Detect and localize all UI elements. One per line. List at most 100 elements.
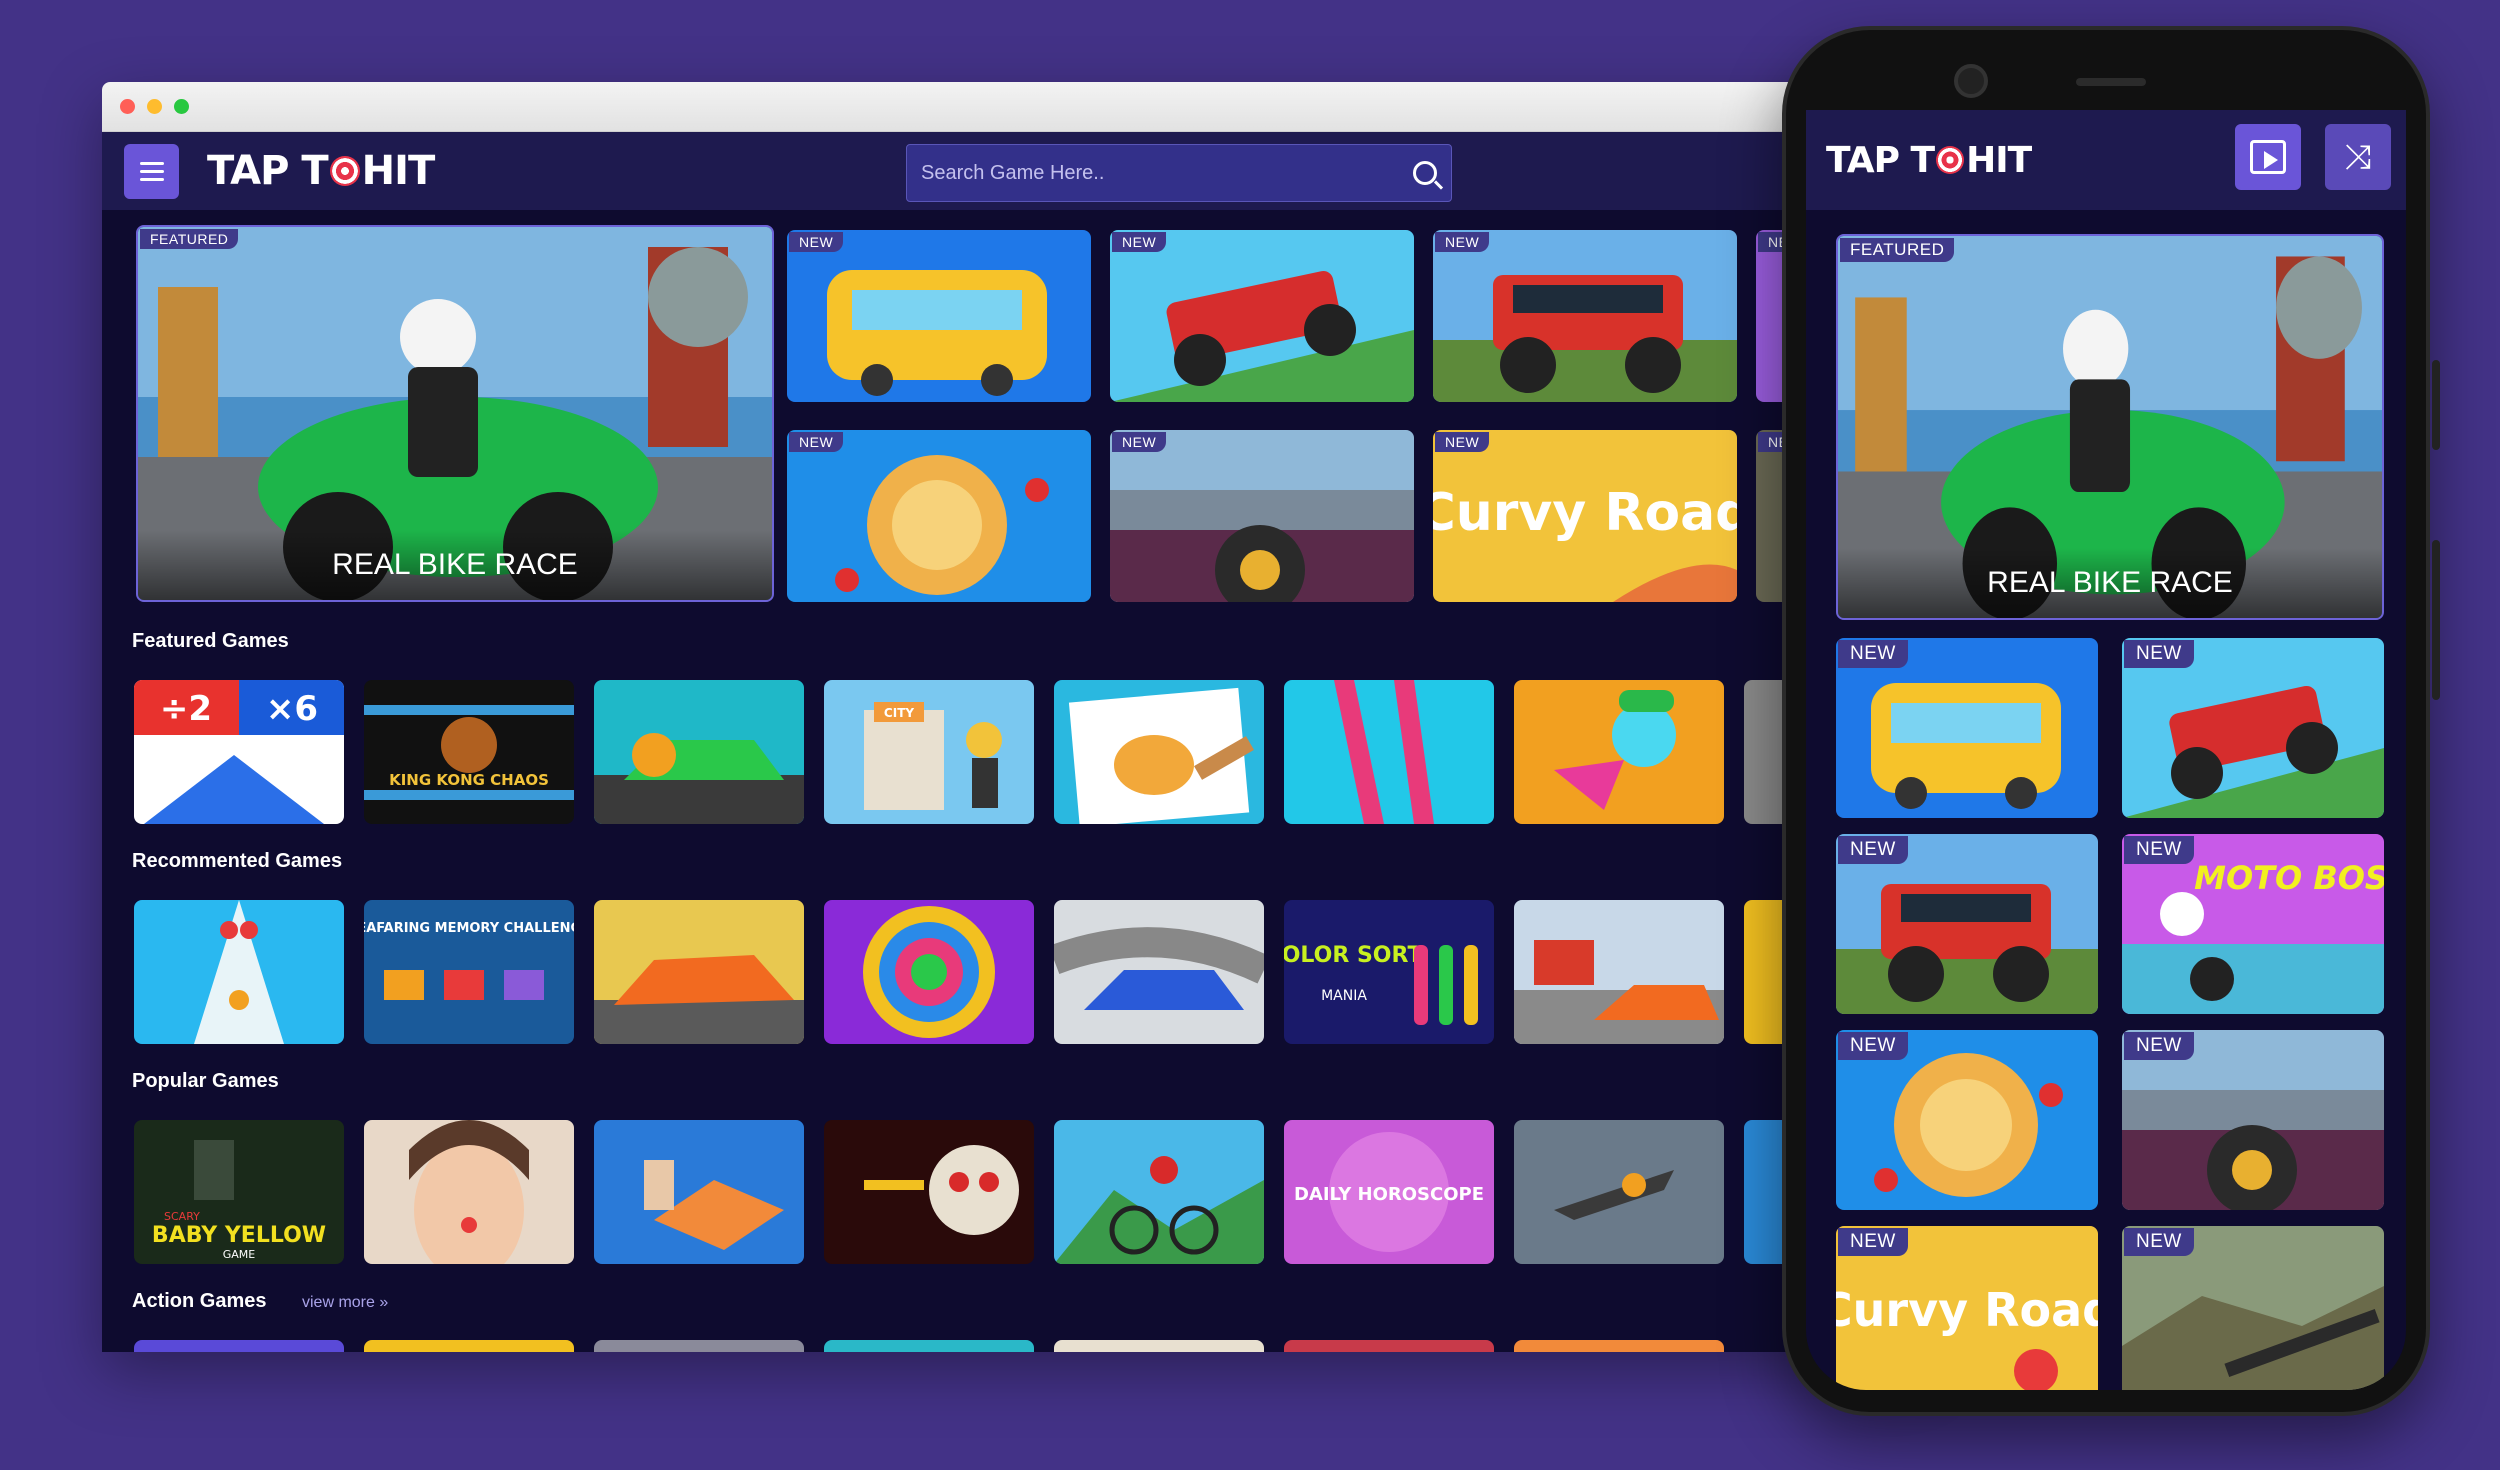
browser-titlebar xyxy=(102,82,1922,132)
game-thumbnail[interactable] xyxy=(1514,1120,1724,1264)
game-thumbnail[interactable] xyxy=(594,680,804,824)
racing-mix-thumbnail xyxy=(1514,900,1724,1044)
close-window-button[interactable] xyxy=(120,99,135,114)
maximize-window-button[interactable] xyxy=(174,99,189,114)
phone-new-game-card[interactable]: NEW xyxy=(2122,1226,2384,1390)
game-thumbnail[interactable]: DAILY HOROSCOPE xyxy=(1284,1120,1494,1264)
game-thumbnail[interactable] xyxy=(1284,1340,1494,1352)
featured-game-title: REAL BIKE RACE xyxy=(1838,548,2382,618)
new-badge: NEW xyxy=(789,432,844,452)
game-thumbnail[interactable] xyxy=(824,900,1034,1044)
orange-sportscar-thumbnail xyxy=(594,900,804,1044)
phone-speaker xyxy=(2076,78,2146,86)
game-thumbnail[interactable] xyxy=(824,1120,1034,1264)
phone-new-game-card[interactable]: NEW xyxy=(2122,638,2384,818)
site-logo[interactable]: TAP T HIT xyxy=(207,148,435,194)
curvy-road-text: Curvy Road xyxy=(1433,483,1737,543)
new-badge: NEW xyxy=(2124,640,2194,668)
phone-screen: TAP T HIT ⤨ FEATURED REAL BIKE RACE NEW … xyxy=(1806,110,2406,1390)
curvy-road-text: Curvy Road xyxy=(1836,1283,2098,1337)
minimize-window-button[interactable] xyxy=(147,99,162,114)
search-bar xyxy=(906,144,1452,202)
car-cockpit-thumbnail xyxy=(1110,430,1414,602)
new-game-card[interactable]: NEW xyxy=(1433,230,1737,402)
random-game-button[interactable]: ⤨ xyxy=(2325,124,2391,190)
game-thumbnail[interactable] xyxy=(1054,1120,1264,1264)
phone-new-game-card[interactable]: NEW xyxy=(2122,1030,2384,1210)
new-badge: NEW xyxy=(789,232,844,252)
svg-text:÷2: ÷2 xyxy=(160,689,212,729)
view-more-link[interactable]: view more » xyxy=(302,1294,388,1312)
moto-boss-text: MOTO BOSS xyxy=(2194,859,2384,897)
new-badge: NEW xyxy=(1112,232,1167,252)
game-thumbnail[interactable] xyxy=(594,1340,804,1352)
svg-text:KING KONG CHAOS: KING KONG CHAOS xyxy=(389,771,549,789)
game-thumbnail[interactable] xyxy=(364,1120,574,1264)
game-thumbnail[interactable] xyxy=(134,1340,344,1352)
search-icon[interactable] xyxy=(1413,161,1437,185)
game-thumbnail[interactable] xyxy=(594,1120,804,1264)
new-badge: NEW xyxy=(1838,1032,1908,1060)
game-thumbnail[interactable] xyxy=(1054,680,1264,824)
face-care-thumbnail xyxy=(364,1120,574,1264)
new-game-card[interactable]: NEW xyxy=(787,230,1091,402)
phone-new-game-card[interactable]: MOTO BOSS NEW xyxy=(2122,834,2384,1014)
game-thumbnail[interactable] xyxy=(1054,1340,1264,1352)
city-builder-thumbnail: CITY xyxy=(824,680,1034,824)
shuffle-icon: ⤨ xyxy=(2344,138,2372,176)
phone-new-game-card[interactable]: NEW xyxy=(1836,834,2098,1014)
search-input[interactable] xyxy=(921,161,1413,185)
new-badge: NEW xyxy=(2124,836,2194,864)
phone-mockup: TAP T HIT ⤨ FEATURED REAL BIKE RACE NEW … xyxy=(1782,26,2440,1416)
svg-text:SEAFARING MEMORY CHALLENGE: SEAFARING MEMORY CHALLENGE xyxy=(364,921,574,936)
action-games-heading: Action Games xyxy=(132,1290,267,1312)
game-thumbnail[interactable] xyxy=(1514,1340,1724,1352)
game-thumbnail[interactable] xyxy=(1514,900,1724,1044)
recommended-games-heading: Recommented Games xyxy=(132,850,343,872)
game-thumbnail[interactable]: KING KONG CHAOS xyxy=(364,680,574,824)
svg-text:DAILY HOROSCOPE: DAILY HOROSCOPE xyxy=(1294,1184,1484,1205)
stilts-runner-thumbnail xyxy=(1284,680,1494,824)
game-thumbnail[interactable] xyxy=(1054,900,1264,1044)
game-thumbnail[interactable] xyxy=(134,900,344,1044)
new-game-card[interactable]: NEW xyxy=(1110,430,1414,602)
game-thumbnail[interactable]: SCARY BABY YELLOW GAME xyxy=(134,1120,344,1264)
new-badge: NEW xyxy=(1838,640,1908,668)
game-thumbnail[interactable] xyxy=(594,900,804,1044)
game-thumbnail[interactable] xyxy=(1514,680,1724,824)
wood-target-thumbnail xyxy=(787,430,1091,602)
videos-button[interactable] xyxy=(2235,124,2301,190)
svg-text:GAME: GAME xyxy=(223,1248,256,1261)
popular-games-heading: Popular Games xyxy=(132,1070,279,1092)
menu-icon xyxy=(139,161,164,165)
blue-character-thumbnail xyxy=(1514,680,1724,824)
new-badge: NEW xyxy=(1435,432,1490,452)
game-thumbnail[interactable]: CITY xyxy=(824,680,1034,824)
crowd-runner-thumbnail xyxy=(134,900,344,1044)
new-game-card[interactable]: NEW xyxy=(787,430,1091,602)
featured-badge: FEATURED xyxy=(1840,238,1955,262)
new-game-card[interactable]: NEW xyxy=(1110,230,1414,402)
menu-button[interactable] xyxy=(124,143,179,199)
game-thumbnail[interactable]: COLOR SORT MANIA xyxy=(1284,900,1494,1044)
block-path-thumbnail xyxy=(594,1120,804,1264)
mountain-bike-thumbnail xyxy=(1054,1120,1264,1264)
game-thumbnail[interactable]: SEAFARING MEMORY CHALLENGE xyxy=(364,900,574,1044)
air-combat-thumbnail xyxy=(1514,1120,1724,1264)
phone-featured-card[interactable]: FEATURED REAL BIKE RACE xyxy=(1836,234,2384,620)
new-game-card[interactable]: Curvy Road NEW xyxy=(1433,430,1737,602)
game-thumbnail[interactable] xyxy=(364,1340,574,1352)
red-suv-thumbnail xyxy=(1433,230,1737,402)
phone-new-game-card[interactable]: NEW xyxy=(1836,1030,2098,1210)
game-thumbnail[interactable] xyxy=(1284,680,1494,824)
game-thumbnail[interactable] xyxy=(824,1340,1034,1352)
featured-hero-card[interactable]: FEATURED REAL BIKE RACE xyxy=(136,225,774,602)
svg-text:MANIA: MANIA xyxy=(1321,988,1367,1004)
game-thumbnail[interactable]: ÷2 ×6 xyxy=(134,680,344,824)
phone-site-logo[interactable]: TAP T HIT xyxy=(1826,140,2032,181)
phone-new-game-card[interactable]: NEW xyxy=(1836,638,2098,818)
daily-horoscope-thumbnail: DAILY HOROSCOPE xyxy=(1284,1120,1494,1264)
browser-window: TAP T HIT FEATURED REAL BIKE RACE xyxy=(102,82,1922,1352)
phone-new-game-card[interactable]: Curvy Road NEW xyxy=(1836,1226,2098,1390)
new-badge: NEW xyxy=(2124,1228,2194,1256)
